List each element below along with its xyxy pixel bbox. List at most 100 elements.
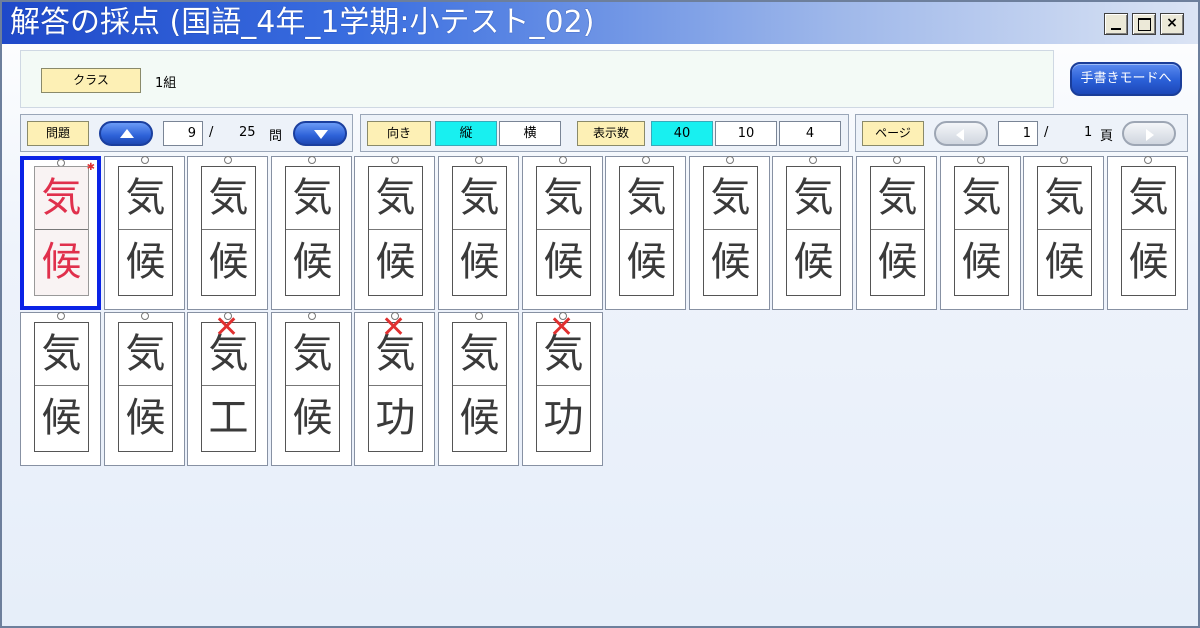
grid-divider xyxy=(369,385,422,386)
grid-divider xyxy=(620,229,673,230)
grid-divider xyxy=(286,385,339,386)
answer-char-bottom: 候 xyxy=(292,395,333,441)
down-arrow-icon xyxy=(314,130,328,139)
answer-char-top: 気 xyxy=(793,175,834,221)
answer-card[interactable]: 気候 xyxy=(354,156,435,310)
pin-icon xyxy=(140,312,149,320)
pin-icon xyxy=(976,156,985,164)
answer-card[interactable]: 気工 ✕ xyxy=(187,312,268,466)
class-label: クラス xyxy=(41,68,141,93)
grid-divider xyxy=(453,229,506,230)
answer-card[interactable]: 気候 xyxy=(856,156,937,310)
answer-char-bottom: 候 xyxy=(459,239,500,285)
answer-char-top: 気 xyxy=(459,331,500,377)
answer-grid-cell: 気候 xyxy=(452,166,507,296)
answer-grid-cell: 気候 xyxy=(285,322,340,452)
answer-card[interactable]: 気候 xyxy=(271,156,352,310)
answer-card[interactable]: 気候 xyxy=(689,156,770,310)
grid-divider xyxy=(537,385,590,386)
answer-char-bottom: 候 xyxy=(125,395,166,441)
grid-divider xyxy=(704,229,757,230)
answer-char-top: 気 xyxy=(543,175,584,221)
answer-card[interactable]: 気候 xyxy=(271,312,352,466)
answer-char-bottom: 候 xyxy=(125,239,166,285)
answer-card[interactable]: 気候 xyxy=(772,156,853,310)
page-number-field[interactable]: 1 xyxy=(998,121,1038,146)
answer-card[interactable]: 気候 xyxy=(605,156,686,310)
answer-char-bottom: 候 xyxy=(793,239,834,285)
answer-card[interactable]: 気候 xyxy=(522,156,603,310)
answer-card[interactable]: 気候 xyxy=(1023,156,1104,310)
pin-icon xyxy=(474,312,483,320)
pin-icon xyxy=(808,156,817,164)
pin-icon xyxy=(223,156,232,164)
question-next-button[interactable] xyxy=(293,121,347,146)
grid-divider xyxy=(1122,229,1175,230)
maximize-button[interactable] xyxy=(1132,13,1156,35)
answer-grid-cell: 気候 xyxy=(452,322,507,452)
answer-card[interactable]: 気候 xyxy=(1107,156,1188,310)
display-count-10-option[interactable]: 10 xyxy=(715,121,777,146)
pin-icon xyxy=(56,312,65,320)
answer-char-top: 気 xyxy=(1044,175,1085,221)
answer-char-top: 気 xyxy=(292,331,333,377)
answer-card[interactable]: 気候 xyxy=(940,156,1021,310)
answer-char-top: 気 xyxy=(459,175,500,221)
answer-grid-cell: 気候 xyxy=(34,166,89,296)
answer-char-top: 気 xyxy=(877,175,918,221)
answer-grid-cell: 気候 xyxy=(536,166,591,296)
answer-char-bottom: 候 xyxy=(459,395,500,441)
question-number-field[interactable]: 9 xyxy=(163,121,203,146)
page-total: 1 xyxy=(1084,125,1093,140)
answer-grid-cell: 気候 xyxy=(118,166,173,296)
display-count-4-option[interactable]: 4 xyxy=(779,121,841,146)
pin-icon xyxy=(307,312,316,320)
check-mark-icon: ✱ xyxy=(86,162,95,173)
answer-char-bottom: 候 xyxy=(41,395,82,441)
title-bar[interactable]: 解答の採点 (国語_4年_1学期:小テスト_02) × xyxy=(2,2,1198,44)
question-prev-button[interactable] xyxy=(99,121,153,146)
answer-card[interactable]: 気候 xyxy=(104,156,185,310)
answer-grid-cell: 気候 xyxy=(34,322,89,452)
grid-divider xyxy=(537,229,590,230)
handwriting-mode-button[interactable]: 手書きモードへ xyxy=(1070,62,1182,96)
wrong-mark-icon: ✕ xyxy=(214,310,240,345)
pin-icon xyxy=(725,156,734,164)
answer-card[interactable]: 気候 xyxy=(187,156,268,310)
answer-card[interactable]: 気候 xyxy=(438,312,519,466)
page-prev-button[interactable] xyxy=(934,121,988,146)
up-arrow-icon xyxy=(120,129,134,138)
orientation-vertical-option[interactable]: 縦 xyxy=(435,121,497,146)
answer-char-bottom: 候 xyxy=(877,239,918,285)
question-total: 25 xyxy=(239,125,256,140)
page-label: ページ xyxy=(862,121,924,146)
answer-card[interactable]: 気候 xyxy=(438,156,519,310)
answer-char-top: 気 xyxy=(41,175,82,221)
display-count-40-option[interactable]: 40 xyxy=(651,121,713,146)
answer-card[interactable]: 気候 ✱ xyxy=(20,156,101,310)
answer-char-bottom: 候 xyxy=(1128,239,1169,285)
grading-window: 解答の採点 (国語_4年_1学期:小テスト_02) × クラス 1組 手書きモー… xyxy=(0,0,1200,628)
answer-card[interactable]: 気功 ✕ xyxy=(522,312,603,466)
question-separator: / xyxy=(209,125,214,140)
class-value: 1組 xyxy=(155,76,177,91)
answer-char-bottom: 候 xyxy=(1044,239,1085,285)
answer-card[interactable]: 気候 xyxy=(104,312,185,466)
minimize-button[interactable] xyxy=(1104,13,1128,35)
answer-char-bottom: 候 xyxy=(626,239,667,285)
answer-grid: 気候 ✱ 気候気候気候気候気候気候気候気候気候気候気候気候気候気候気候気工 ✕ 気候気功… xyxy=(2,2,1188,466)
page-unit: 頁 xyxy=(1100,129,1114,144)
grid-divider xyxy=(119,229,172,230)
right-arrow-icon xyxy=(1146,129,1154,141)
pin-icon xyxy=(307,156,316,164)
close-button[interactable]: × xyxy=(1160,13,1184,35)
grid-divider xyxy=(286,229,339,230)
answer-char-top: 気 xyxy=(292,175,333,221)
page-navigation: ページ 1 / 1 頁 xyxy=(855,114,1188,152)
answer-card[interactable]: 気候 xyxy=(20,312,101,466)
orientation-horizontal-option[interactable]: 横 xyxy=(499,121,561,146)
answer-grid-cell: 気候 xyxy=(285,166,340,296)
answer-card[interactable]: 気功 ✕ xyxy=(354,312,435,466)
answer-char-bottom: 工 xyxy=(208,395,249,441)
page-next-button[interactable] xyxy=(1122,121,1176,146)
